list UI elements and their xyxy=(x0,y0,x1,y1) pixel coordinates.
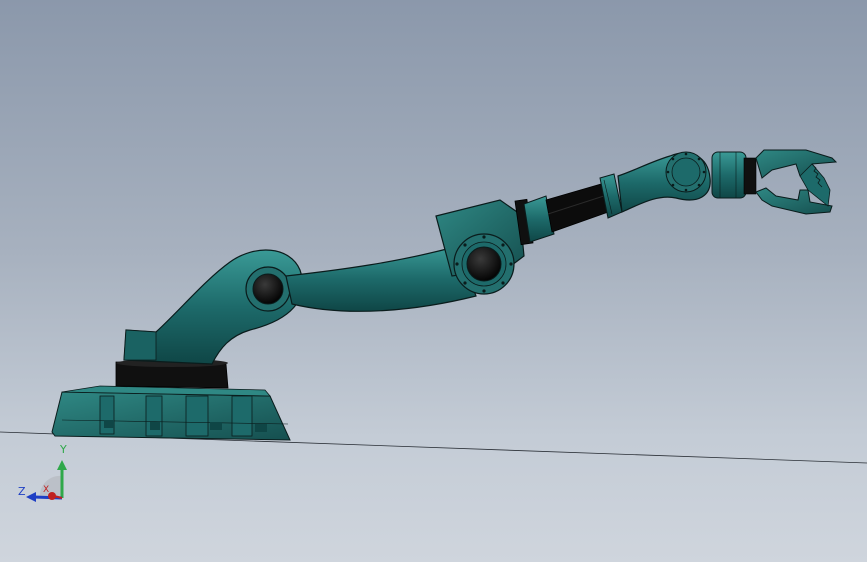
x-axis-label: X xyxy=(43,485,50,495)
z-axis-label: Z xyxy=(18,485,26,498)
gripper-flange[interactable] xyxy=(711,151,757,199)
wrist-joint[interactable] xyxy=(617,151,711,213)
shoulder-joint[interactable] xyxy=(245,266,291,312)
cad-viewport[interactable]: Y Z X xyxy=(0,0,867,562)
robot-base[interactable] xyxy=(51,385,291,441)
robot-arm-model[interactable] xyxy=(0,0,867,562)
y-axis-label: Y xyxy=(60,443,67,456)
forearm[interactable] xyxy=(523,173,623,243)
gripper-claw[interactable] xyxy=(755,149,838,215)
